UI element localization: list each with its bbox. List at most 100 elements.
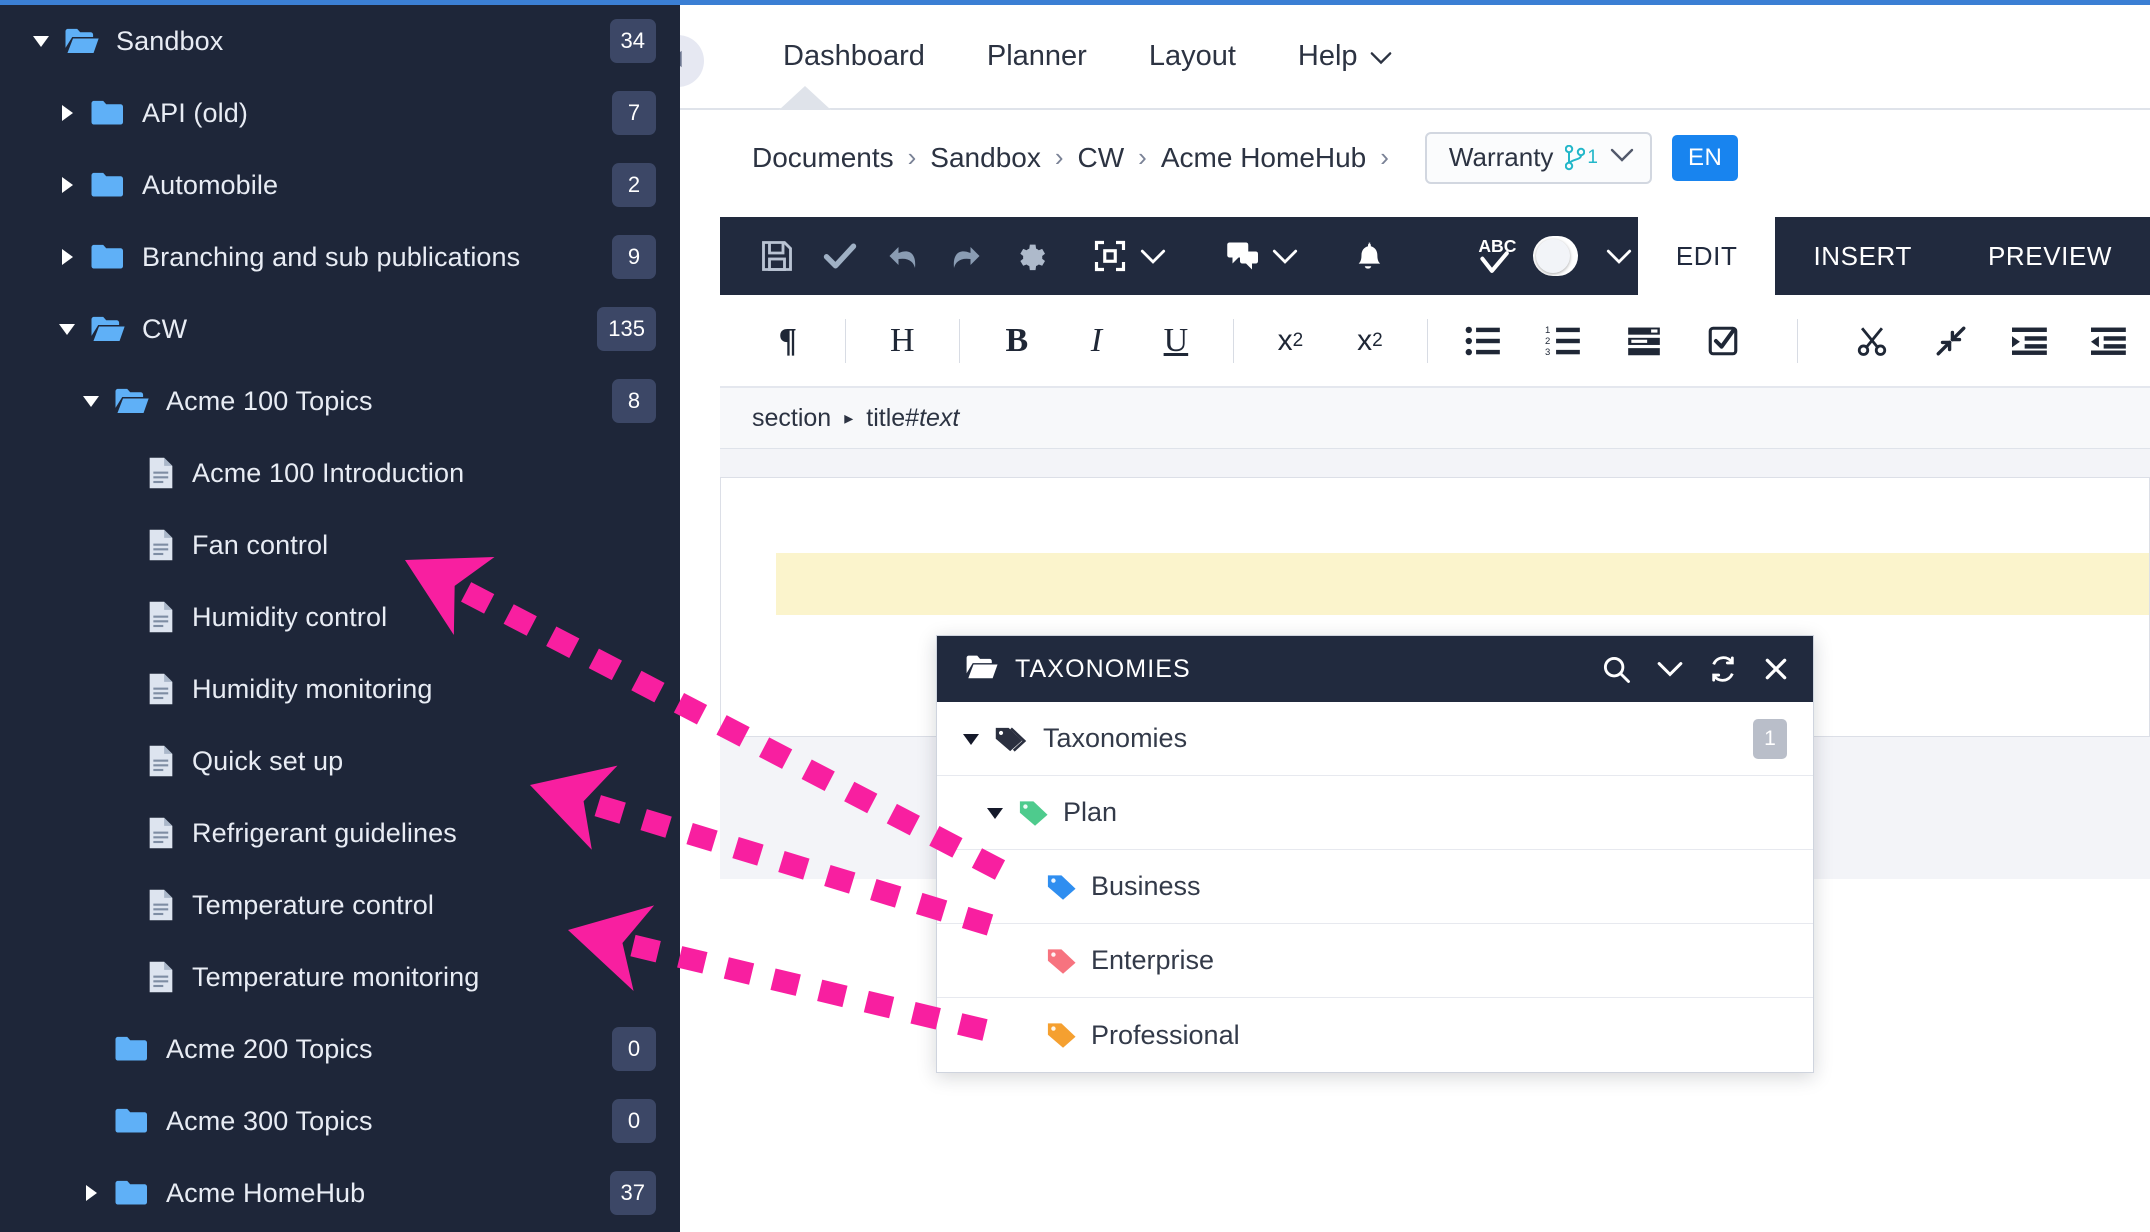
version-select-label: Warranty — [1449, 142, 1554, 173]
definition-list-icon[interactable] — [1604, 295, 1684, 387]
tree-item-cw[interactable]: CW135 — [0, 293, 680, 365]
caret-down-icon[interactable] — [78, 388, 104, 414]
tree-item-label: Acme HomeHub — [166, 1178, 365, 1209]
caret-down-icon[interactable] — [54, 316, 80, 342]
svg-text:ABC: ABC — [1479, 236, 1517, 256]
caret-down-icon[interactable] — [28, 28, 54, 54]
path-segment-title[interactable]: title#text — [866, 404, 959, 433]
spellcheck-toggle[interactable] — [1533, 236, 1577, 276]
highlighted-title-block — [776, 553, 2149, 615]
save-icon[interactable] — [754, 217, 801, 295]
branch-icon: 1 — [1565, 145, 1598, 171]
caret-down-icon[interactable] — [983, 803, 1007, 823]
tab-insert[interactable]: INSERT — [1775, 217, 1949, 295]
tree-item-temperature-control[interactable]: Temperature control — [0, 869, 680, 941]
nav-item-planner[interactable]: Planner — [956, 40, 1118, 73]
caret-right-icon[interactable] — [54, 244, 80, 270]
tree-item-fan-control[interactable]: Fan control — [0, 509, 680, 581]
taxonomy-row-taxonomies[interactable]: Taxonomies1 — [937, 702, 1813, 776]
tree-item-count-badge: 8 — [612, 379, 656, 423]
task-list-icon[interactable] — [1683, 295, 1763, 387]
nav-item-help[interactable]: Help — [1267, 40, 1423, 73]
check-icon[interactable] — [817, 217, 864, 295]
comment-icon[interactable] — [1220, 217, 1267, 295]
collapse-icon[interactable] — [1911, 295, 1991, 387]
refresh-icon[interactable] — [1709, 654, 1737, 684]
comment-dropdown-caret[interactable] — [1266, 249, 1304, 264]
tree-item-refrigerant-guidelines[interactable]: Refrigerant guidelines — [0, 797, 680, 869]
editor-mode-tabs: EDIT INSERT PREVIEW — [1638, 217, 2150, 295]
settings-gear-icon[interactable] — [1006, 217, 1053, 295]
tree-item-label: Refrigerant guidelines — [192, 818, 457, 849]
tree-item-label: Branching and sub publications — [142, 242, 520, 273]
tree-item-acme-200-topics[interactable]: Acme 200 Topics0 — [0, 1013, 680, 1085]
fullscreen-dropdown-caret[interactable] — [1134, 249, 1172, 264]
outdent-icon[interactable] — [2071, 295, 2150, 387]
spellcheck-icon[interactable]: ABC — [1477, 217, 1523, 295]
caret-right-icon[interactable] — [54, 172, 80, 198]
document-tree-sidebar: Sandbox34API (old)7Automobile2Branching … — [0, 0, 680, 1232]
chevron-down-icon[interactable] — [1657, 661, 1683, 677]
redo-icon[interactable] — [943, 217, 990, 295]
language-badge[interactable]: EN — [1672, 135, 1738, 181]
search-icon[interactable] — [1601, 654, 1631, 684]
tree-item-label: Temperature control — [192, 890, 434, 921]
path-segment-section[interactable]: section — [752, 404, 831, 433]
toolbar-divider — [1233, 319, 1234, 363]
nav-label: Dashboard — [783, 40, 925, 73]
close-icon[interactable] — [1763, 656, 1789, 682]
fullscreen-icon[interactable] — [1087, 217, 1134, 295]
version-select[interactable]: Warranty 1 — [1425, 132, 1652, 184]
tree-item-acme-100-introduction[interactable]: Acme 100 Introduction — [0, 437, 680, 509]
taxonomy-row-plan[interactable]: Plan — [937, 776, 1813, 850]
taxonomy-row-business[interactable]: Business — [937, 850, 1813, 924]
breadcrumb-item-sandbox[interactable]: Sandbox — [930, 142, 1041, 174]
heading-icon[interactable]: H — [863, 295, 943, 387]
application-window: Sandbox34API (old)7Automobile2Branching … — [0, 0, 2150, 1232]
tree-item-api-old[interactable]: API (old)7 — [0, 77, 680, 149]
nav-item-layout[interactable]: Layout — [1118, 40, 1267, 73]
tree-item-temperature-monitoring[interactable]: Temperature monitoring — [0, 941, 680, 1013]
tree-item-acme-homehub[interactable]: Acme HomeHub37 — [0, 1157, 680, 1229]
indent-icon[interactable] — [1991, 295, 2071, 387]
caret-down-icon[interactable] — [959, 729, 983, 749]
undo-icon[interactable] — [880, 217, 927, 295]
tree-item-label: Temperature monitoring — [192, 962, 479, 993]
underline-icon[interactable]: U — [1136, 295, 1216, 387]
taxonomy-row-enterprise[interactable]: Enterprise — [937, 924, 1813, 998]
nav-item-dashboard[interactable]: Dashboard — [752, 40, 956, 73]
tab-preview[interactable]: PREVIEW — [1950, 217, 2150, 295]
breadcrumb-item-acme-homehub[interactable]: Acme HomeHub — [1161, 142, 1366, 174]
tree-item-count-badge: 0 — [612, 1099, 656, 1143]
paragraph-icon[interactable]: ¶ — [748, 295, 828, 387]
bullet-list-icon[interactable] — [1445, 295, 1525, 387]
tree-item-acme-100-topics[interactable]: Acme 100 Topics8 — [0, 365, 680, 437]
breadcrumb-item-documents[interactable]: Documents — [752, 142, 894, 174]
breadcrumb-item-cw[interactable]: CW — [1078, 142, 1125, 174]
toolbar-divider — [1427, 319, 1428, 363]
tree-item-humidity-control[interactable]: Humidity control — [0, 581, 680, 653]
tree-item-humidity-monitoring[interactable]: Humidity monitoring — [0, 653, 680, 725]
italic-icon[interactable]: I — [1057, 295, 1137, 387]
bell-icon[interactable] — [1344, 217, 1391, 295]
document-icon — [146, 816, 176, 850]
tree-item-branching-and-sub-publications[interactable]: Branching and sub publications9 — [0, 221, 680, 293]
tab-edit[interactable]: EDIT — [1638, 217, 1776, 295]
spellcheck-dropdown-caret[interactable] — [1600, 249, 1638, 264]
caret-right-icon[interactable] — [78, 1180, 104, 1206]
bold-icon[interactable]: B — [977, 295, 1057, 387]
cut-icon[interactable] — [1832, 295, 1912, 387]
breadcrumb-separator: › — [894, 142, 931, 173]
tree-item-label: Acme 200 Topics — [166, 1034, 373, 1065]
taxonomy-row-professional[interactable]: Professional — [937, 998, 1813, 1072]
tag-icon — [1017, 798, 1049, 828]
superscript-icon[interactable]: x2 — [1251, 295, 1331, 387]
subscript-icon[interactable]: x2 — [1330, 295, 1410, 387]
tree-item-acme-300-topics[interactable]: Acme 300 Topics0 — [0, 1085, 680, 1157]
numbered-list-icon[interactable]: 1 2 3 — [1524, 295, 1604, 387]
breadcrumb-separator: › — [1366, 142, 1403, 173]
tree-item-sandbox[interactable]: Sandbox34 — [0, 5, 680, 77]
tree-item-automobile[interactable]: Automobile2 — [0, 149, 680, 221]
caret-right-icon[interactable] — [54, 100, 80, 126]
tree-item-quick-set-up[interactable]: Quick set up — [0, 725, 680, 797]
